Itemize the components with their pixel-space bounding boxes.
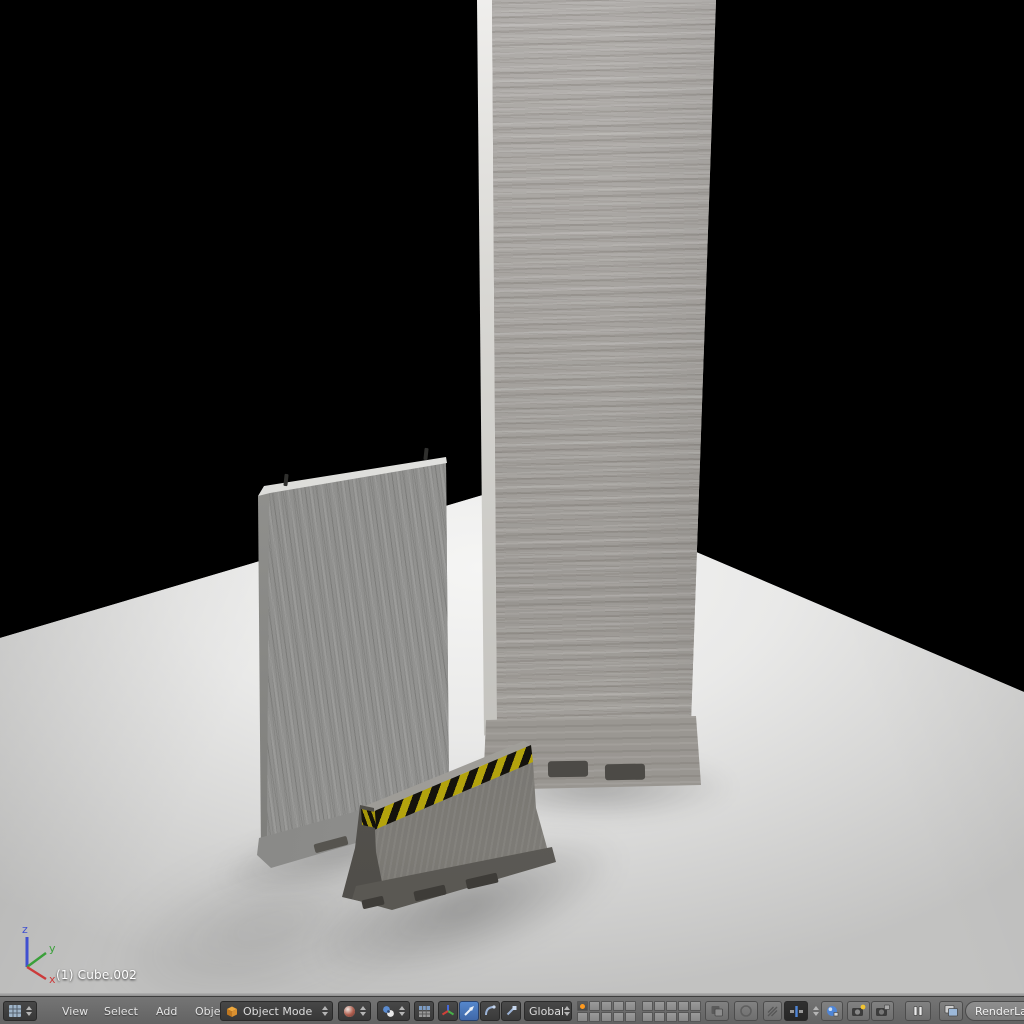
snap-target-button[interactable] [821,1001,843,1021]
snap-toggle[interactable] [763,1001,782,1021]
column-base-slot [605,764,645,781]
snap-target-ball-icon [825,1004,839,1018]
layer-cell[interactable] [678,1012,689,1022]
object-mode-cube-icon [225,1005,238,1018]
pause-icon [912,1005,924,1017]
snap-magnet-icon [766,1005,779,1018]
renderlayer-icon-button[interactable] [939,1001,963,1021]
layer-cell[interactable] [625,1012,636,1022]
manipulator-toggle[interactable] [438,1001,458,1021]
orientation-label: Global [529,1005,564,1018]
dropdown-arrows-icon [564,1006,570,1016]
snap-increment-icon [789,1005,804,1018]
manipulator-translate-button[interactable] [459,1001,479,1021]
layer-cell[interactable] [613,1012,624,1022]
lock-to-scene-toggle[interactable] [705,1001,729,1021]
layer-cell[interactable] [642,1012,653,1022]
proportional-circle-icon [739,1004,753,1018]
column-base-slot [548,761,588,778]
opengl-render-anim-button[interactable] [871,1001,894,1021]
layer-group-1 [577,1001,636,1022]
layer-cell[interactable] [678,1001,689,1011]
layer-cell[interactable] [666,1012,677,1022]
layer-cell[interactable] [654,1012,665,1022]
mode-dropdown-label: Object Mode [243,1005,312,1018]
layer-group-2 [642,1001,701,1022]
shading-sphere-icon [343,1005,356,1018]
render-film-icon [875,1004,890,1018]
layer-cell[interactable] [577,1012,588,1022]
layer-cell[interactable] [690,1001,701,1011]
lifting-hook [423,448,428,460]
snap-element-arrows[interactable] [809,1001,819,1021]
pivot-median-icon [382,1005,395,1018]
manipulator-scale-button[interactable] [501,1001,521,1021]
snap-element-dropdown[interactable] [784,1001,808,1021]
render-camera-icon [851,1004,866,1018]
viewport-shading-dropdown[interactable] [338,1001,371,1021]
layer-cell[interactable] [601,1012,612,1022]
layer-buttons [577,1001,701,1021]
render-pause-button[interactable] [905,1001,931,1021]
proportional-editing-dropdown[interactable] [734,1001,758,1021]
menu-view[interactable]: View [62,1001,88,1021]
layer-cell-active[interactable] [577,1001,588,1011]
menu-add[interactable]: Add [156,1001,177,1021]
renderlayer-photos-icon [944,1004,959,1018]
editor-3dview-icon [8,1004,22,1018]
manipulator-axis-icon [441,1004,455,1018]
translate-arrow-icon [462,1004,476,1018]
menu-select[interactable]: Select [104,1001,138,1021]
axis-z-label: z [22,923,28,936]
layer-cell[interactable] [666,1001,677,1011]
layer-cell[interactable] [642,1001,653,1011]
manipulator-rotate-button[interactable] [480,1001,500,1021]
pivot-point-dropdown[interactable] [377,1001,410,1021]
layer-cell[interactable] [589,1012,600,1022]
axis-x-label: x [49,973,56,984]
layer-cell[interactable] [690,1012,701,1022]
center-points-icon [418,1005,431,1018]
viewport-header: View Select Add Object Object Mode [0,996,1024,1024]
center-points-toggle[interactable] [414,1001,434,1021]
viewport-3d[interactable]: z y x (1) Cube.002 [0,0,1024,996]
rotate-arc-icon [483,1004,497,1018]
mode-dropdown[interactable]: Object Mode [220,1001,333,1021]
axis-y-label: y [49,942,56,955]
dropdown-arrows-icon [813,1006,819,1016]
opengl-render-still-button[interactable] [847,1001,870,1021]
orientation-dropdown[interactable]: Global [524,1001,572,1021]
layer-cell[interactable] [613,1001,624,1011]
dropdown-arrows-icon [399,1006,405,1016]
layer-cell[interactable] [589,1001,600,1011]
dropdown-arrows-icon [322,1006,328,1016]
editor-type-selector[interactable] [3,1001,37,1021]
blender-window: z y x (1) Cube.002 View Select Add Objec… [0,0,1024,1024]
scale-handle-icon [504,1004,518,1018]
layer-cell[interactable] [625,1001,636,1011]
selector-arrows-icon [26,1006,32,1016]
active-object-info: (1) Cube.002 [56,968,137,982]
layer-cell[interactable] [654,1001,665,1011]
renderlayer-dropdown[interactable]: RenderLayer [965,1001,1024,1021]
dropdown-arrows-icon [360,1006,366,1016]
layer-cell[interactable] [601,1001,612,1011]
scene-lock-icon [710,1004,724,1018]
renderlayer-label: RenderLayer [975,1005,1024,1018]
